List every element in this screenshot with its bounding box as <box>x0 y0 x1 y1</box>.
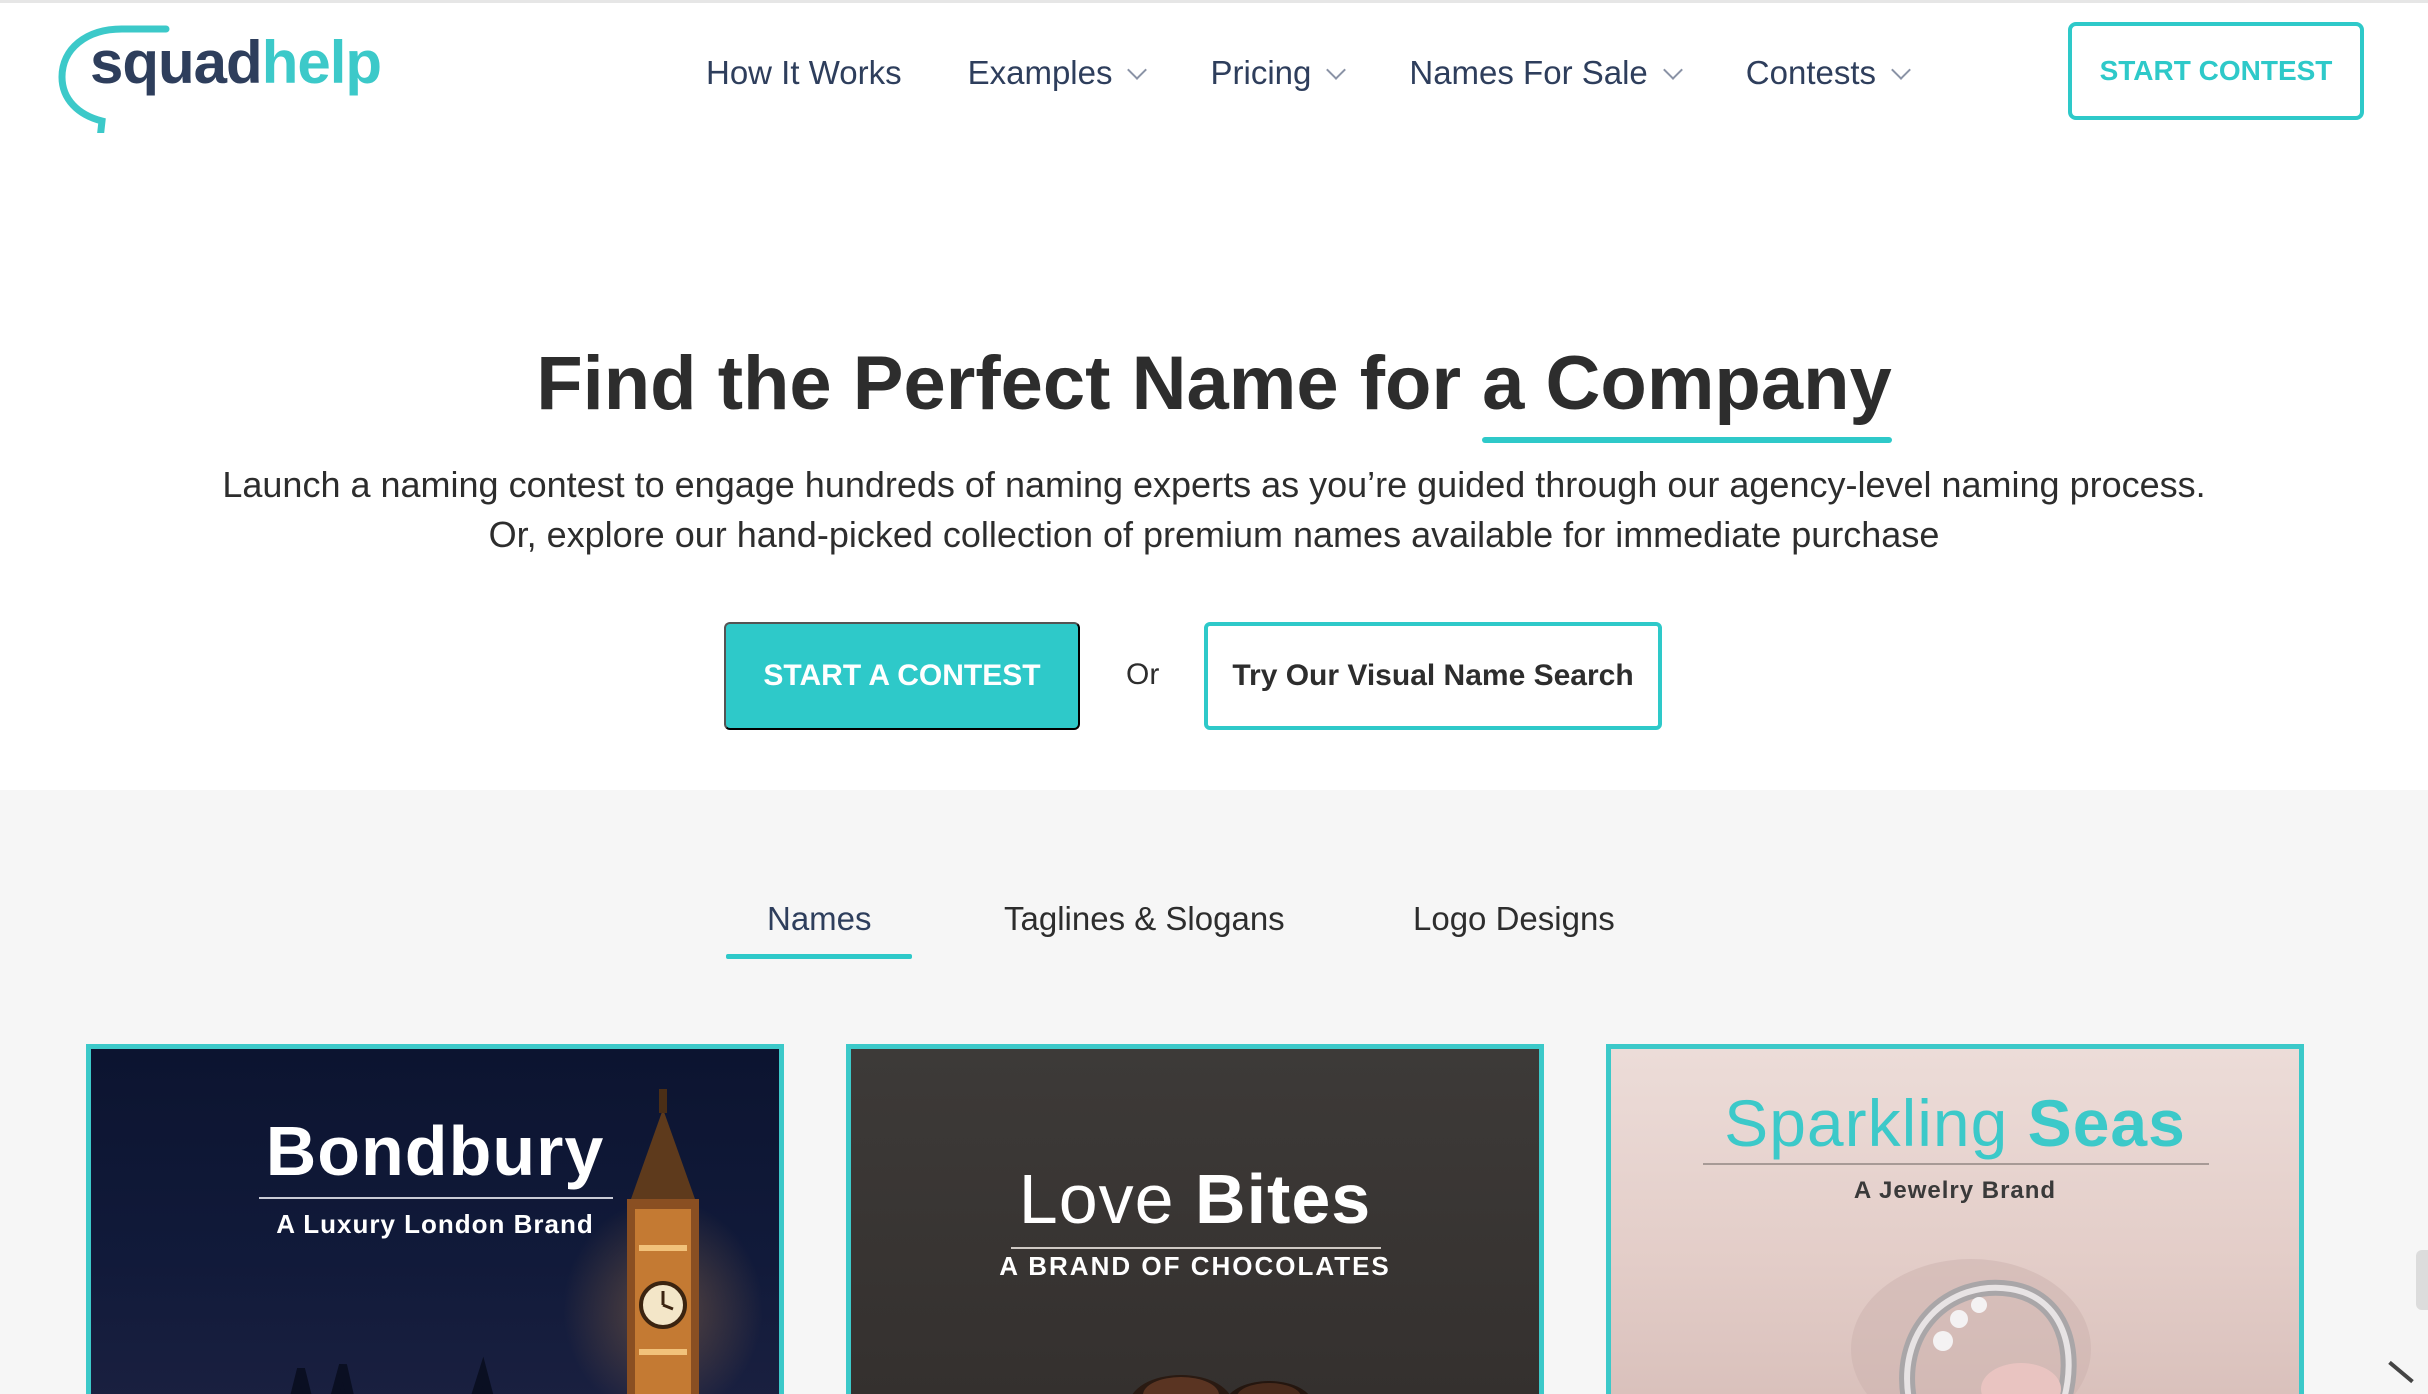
card-title: Sparkling Seas <box>1611 1085 2299 1161</box>
main-nav: How It Works Examples Pricing Names For … <box>706 48 1911 98</box>
card-subtitle: A Jewelry Brand <box>1853 1177 2057 1204</box>
examples-tabs: Names Taglines & Slogans Logo Designs <box>0 900 2428 960</box>
card-title-light: Sparkling <box>1724 1086 2009 1160</box>
card-title: Bondbury <box>265 1112 605 1190</box>
card-title: Love Bites <box>851 1159 1539 1239</box>
hero-title-emphasis: a Company <box>1482 340 1892 443</box>
card-subtitle: A Luxury London Brand <box>276 1209 594 1239</box>
card-divider <box>1703 1163 2209 1165</box>
chevron-down-icon <box>1662 60 1683 80</box>
nav-label: Contests <box>1745 54 1877 91</box>
nav-contests[interactable]: Contests <box>1745 54 1911 92</box>
nav-label: Pricing <box>1210 54 1312 91</box>
card-title-bold: Bites <box>1195 1160 1372 1238</box>
chevron-down-icon <box>1326 60 1347 80</box>
logo-text-squad: squad <box>90 29 263 96</box>
hero-cta-row: START A CONTEST Or Try Our Visual Name S… <box>0 622 2428 730</box>
hero-subtitle-line1: Launch a naming contest to engage hundre… <box>222 464 2206 505</box>
nav-label: Examples <box>967 54 1113 91</box>
tab-names[interactable]: Names <box>767 900 872 938</box>
nav-label: Names For Sale <box>1409 54 1648 91</box>
or-separator: Or <box>1126 658 1160 691</box>
hero-title: Find the Perfect Name for a Company <box>0 340 2428 443</box>
example-card-sparkling-seas[interactable]: Sparkling Seas A Jewelry Brand <box>1606 1044 2304 1394</box>
chevron-down-icon <box>1127 60 1148 80</box>
nav-examples[interactable]: Examples <box>967 54 1148 92</box>
visual-name-search-button[interactable]: Try Our Visual Name Search <box>1204 622 1662 730</box>
hero-subtitle-line2: Or, explore our hand-picked collection o… <box>488 514 1940 555</box>
navbar: squadhelp How It Works Examples Pricing … <box>0 3 2428 143</box>
card-subtitle: A BRAND OF CHOCOLATES <box>999 1251 1391 1281</box>
logo-text-help: help <box>261 29 382 96</box>
card-divider <box>259 1197 613 1199</box>
nav-how-it-works[interactable]: How It Works <box>706 54 902 92</box>
squadhelp-logo[interactable]: squadhelp <box>56 21 396 133</box>
example-card-bondbury[interactable]: Bondbury A Luxury London Brand <box>86 1044 784 1394</box>
example-card-love-bites[interactable]: Love Bites A BRAND OF CHOCOLATES <box>846 1044 1544 1394</box>
carousel-edge-handle[interactable] <box>2416 1250 2428 1310</box>
tab-logo-designs[interactable]: Logo Designs <box>1413 900 1615 938</box>
active-tab-indicator <box>726 954 912 959</box>
examples-section: Names Taglines & Slogans Logo Designs Bo… <box>0 790 2428 1394</box>
card-title-bold: Seas <box>2027 1086 2186 1160</box>
nav-label: How It Works <box>706 54 902 91</box>
nav-pricing[interactable]: Pricing <box>1210 54 1347 92</box>
card-title-light: Love <box>1018 1160 1175 1238</box>
hero-title-prefix: Find the Perfect Name for <box>536 341 1462 426</box>
start-contest-nav-button[interactable]: START CONTEST <box>2068 22 2364 120</box>
chevron-down-icon <box>1891 60 1911 80</box>
start-a-contest-button[interactable]: START A CONTEST <box>724 622 1080 730</box>
tab-taglines-slogans[interactable]: Taglines & Slogans <box>1004 900 1285 938</box>
nav-names-for-sale[interactable]: Names For Sale <box>1409 54 1683 92</box>
